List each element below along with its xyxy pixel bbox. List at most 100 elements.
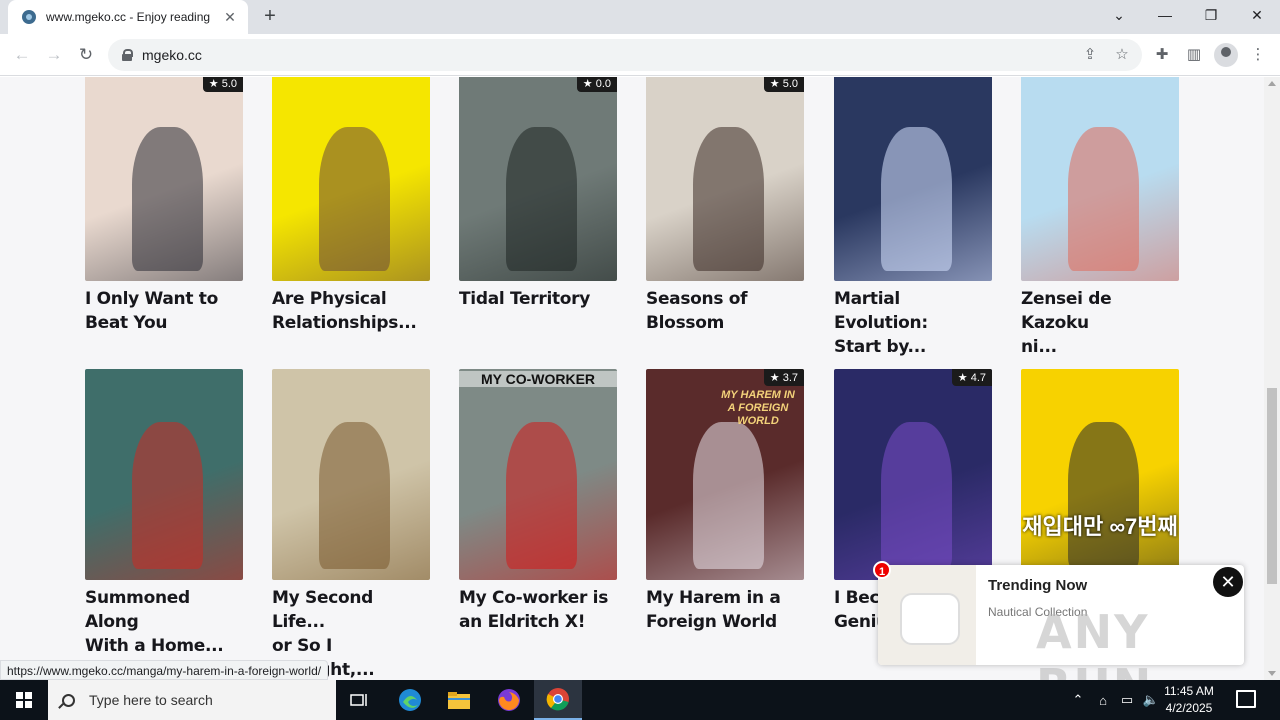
manga-title[interactable]: Martial Evolution: Start by... bbox=[834, 287, 992, 359]
reload-icon[interactable]: ↻ bbox=[74, 43, 98, 67]
manga-title-line[interactable]: Are Physical bbox=[272, 287, 430, 311]
minimize-button[interactable]: — bbox=[1142, 0, 1188, 30]
handbag-image bbox=[900, 593, 960, 645]
close-window-button[interactable]: ✕ bbox=[1234, 0, 1280, 30]
cover-art bbox=[693, 126, 765, 271]
manga-title-line[interactable]: Blossom bbox=[646, 311, 804, 335]
popup-title[interactable]: Trending Now bbox=[988, 577, 1087, 594]
manga-title-line[interactable]: Relationships... bbox=[272, 311, 430, 335]
cover-art bbox=[881, 421, 953, 570]
manga-cover-image[interactable]: ★ 0.0 bbox=[459, 77, 617, 281]
search-placeholder: Type here to search bbox=[89, 692, 213, 708]
manga-cover-image[interactable]: ★ 3.7 MY HAREM IN A FOREIGN WORLD bbox=[646, 369, 804, 580]
page-scrollbar[interactable] bbox=[1264, 77, 1280, 680]
manga-title[interactable]: Are Physical Relationships... bbox=[272, 287, 430, 335]
manga-title-line[interactable]: Seasons of bbox=[646, 287, 804, 311]
lock-icon[interactable] bbox=[122, 49, 133, 61]
restore-button[interactable]: ❐ bbox=[1188, 0, 1234, 30]
manga-title-line[interactable]: My Harem in a bbox=[646, 586, 804, 610]
scrollbar-thumb[interactable] bbox=[1267, 388, 1277, 584]
manga-title[interactable]: Seasons of Blossom bbox=[646, 287, 804, 335]
manga-title[interactable]: Summoned Along With a Home... bbox=[85, 586, 243, 658]
manga-cover-image[interactable] bbox=[272, 77, 430, 281]
manga-cover-image[interactable] bbox=[85, 369, 243, 580]
profile-avatar-icon[interactable] bbox=[1214, 43, 1238, 67]
cover-art bbox=[506, 421, 578, 570]
manga-title-line[interactable]: With a Home... bbox=[85, 634, 243, 658]
volume-icon[interactable]: 🔈 bbox=[1140, 680, 1162, 720]
extensions-puzzle-icon[interactable]: ✚ bbox=[1150, 43, 1174, 67]
share-icon[interactable]: ⇪ bbox=[1078, 43, 1102, 67]
new-tab-button[interactable]: + bbox=[258, 5, 282, 29]
notification-center-icon[interactable] bbox=[1236, 690, 1256, 708]
manga-title-line[interactable]: My Second Life... bbox=[272, 586, 430, 634]
manga-title[interactable]: Tidal Territory bbox=[459, 287, 617, 311]
manga-card[interactable]: ★ 3.7 MY HAREM IN A FOREIGN WORLD My Harem… bbox=[646, 369, 804, 634]
task-view-icon[interactable] bbox=[336, 680, 384, 720]
browser-tab[interactable]: www.mgeko.cc - Enjoy reading ✕ bbox=[8, 0, 248, 34]
manga-cover-image[interactable] bbox=[1021, 77, 1179, 281]
manga-cover-image[interactable]: ★ 5.0 bbox=[646, 77, 804, 281]
manga-cover-image[interactable] bbox=[834, 77, 992, 281]
edge-browser-icon[interactable] bbox=[386, 680, 434, 720]
manga-title-line[interactable]: Beat You bbox=[85, 311, 243, 335]
scroll-up-arrow-icon[interactable] bbox=[1268, 81, 1276, 86]
manga-cover-image[interactable]: ★ 5.0 bbox=[85, 77, 243, 281]
file-explorer-icon[interactable] bbox=[435, 680, 483, 720]
url-text[interactable]: mgeko.cc bbox=[142, 47, 202, 63]
side-panel-icon[interactable]: ▥ bbox=[1182, 43, 1206, 67]
manga-card[interactable]: Summoned Along With a Home... bbox=[85, 369, 243, 658]
firefox-icon[interactable] bbox=[485, 680, 533, 720]
manga-title-line[interactable]: Summoned Along bbox=[85, 586, 243, 634]
manga-title[interactable]: My Harem in a Foreign World bbox=[646, 586, 804, 634]
cover-art bbox=[881, 126, 953, 271]
manga-cover-image[interactable]: ★ 4.7 bbox=[834, 369, 992, 580]
windows-logo-icon bbox=[16, 692, 32, 708]
rating-badge: ★ 0.0 bbox=[576, 77, 617, 92]
manga-title-line[interactable]: Start by... bbox=[834, 335, 992, 359]
manga-title[interactable]: I Only Want to Beat You bbox=[85, 287, 243, 335]
forward-arrow-icon[interactable]: → bbox=[42, 43, 66, 67]
manga-title-line[interactable]: Martial Evolution: bbox=[834, 287, 992, 335]
back-arrow-icon[interactable]: ← bbox=[10, 43, 34, 67]
manga-title-line[interactable]: Zensei de Kazoku bbox=[1021, 287, 1179, 335]
manga-title-line[interactable]: I Only Want to bbox=[85, 287, 243, 311]
manga-card[interactable]: ★ 0.0 Tidal Territory bbox=[459, 77, 617, 311]
manga-card[interactable]: MY CO-WORKER My Co-worker is an Eldritch X… bbox=[459, 369, 617, 634]
cover-banner-text: 재입대만 ∞7번째 bbox=[1022, 514, 1178, 539]
manga-card[interactable]: ★ 5.0 I Only Want to Beat You bbox=[85, 77, 243, 335]
popup-product-image[interactable] bbox=[878, 565, 976, 665]
tray-chevron-up-icon[interactable]: ⌃ bbox=[1068, 680, 1088, 720]
tray-device-icon[interactable]: ⌂ bbox=[1092, 680, 1114, 720]
manga-card[interactable]: Martial Evolution: Start by... bbox=[834, 77, 992, 359]
manga-cover-image[interactable]: 재입대만 ∞7번째 bbox=[1021, 369, 1179, 580]
bookmark-star-icon[interactable]: ☆ bbox=[1110, 43, 1134, 67]
manga-cover-image[interactable] bbox=[272, 369, 430, 580]
chrome-taskbar-icon[interactable] bbox=[534, 680, 582, 720]
popup-close-button[interactable]: ✕ bbox=[1213, 567, 1243, 597]
start-button[interactable] bbox=[0, 680, 48, 720]
taskbar-clock[interactable]: 11:45 AM 4/2/2025 bbox=[1160, 683, 1218, 717]
manga-cover-image[interactable]: MY CO-WORKER bbox=[459, 369, 617, 580]
network-icon[interactable]: ▭ bbox=[1116, 680, 1138, 720]
chrome-menu-icon[interactable]: ⋮ bbox=[1246, 43, 1270, 67]
manga-title-line[interactable]: an Eldritch X! bbox=[459, 610, 617, 634]
address-bar[interactable]: mgeko.cc bbox=[108, 39, 1142, 71]
link-status-bar: https://www.mgeko.cc/manga/my-harem-in-a… bbox=[0, 660, 329, 680]
manga-card[interactable]: Zensei de Kazoku ni... bbox=[1021, 77, 1179, 359]
manga-title[interactable]: My Co-worker is an Eldritch X! bbox=[459, 586, 617, 634]
tab-search-chevron-icon[interactable]: ⌄ bbox=[1096, 0, 1142, 30]
manga-card[interactable]: Are Physical Relationships... bbox=[272, 77, 430, 335]
popup-notification-badge: 1 bbox=[873, 561, 891, 579]
manga-title-line[interactable]: My Co-worker is bbox=[459, 586, 617, 610]
manga-card[interactable]: My Second Life...or So I Thought,... bbox=[272, 369, 430, 680]
taskbar-search-box[interactable]: Type here to search bbox=[48, 680, 336, 720]
manga-title-line[interactable]: Foreign World bbox=[646, 610, 804, 634]
tab-close-icon[interactable]: ✕ bbox=[222, 9, 238, 26]
site-favicon-icon bbox=[22, 10, 36, 24]
manga-title-line[interactable]: Tidal Territory bbox=[459, 287, 617, 311]
manga-card[interactable]: ★ 5.0 Seasons of Blossom bbox=[646, 77, 804, 335]
rating-badge: ★ 5.0 bbox=[202, 77, 243, 92]
manga-title[interactable]: Zensei de Kazoku ni... bbox=[1021, 287, 1179, 359]
manga-title-line[interactable]: ni... bbox=[1021, 335, 1179, 359]
